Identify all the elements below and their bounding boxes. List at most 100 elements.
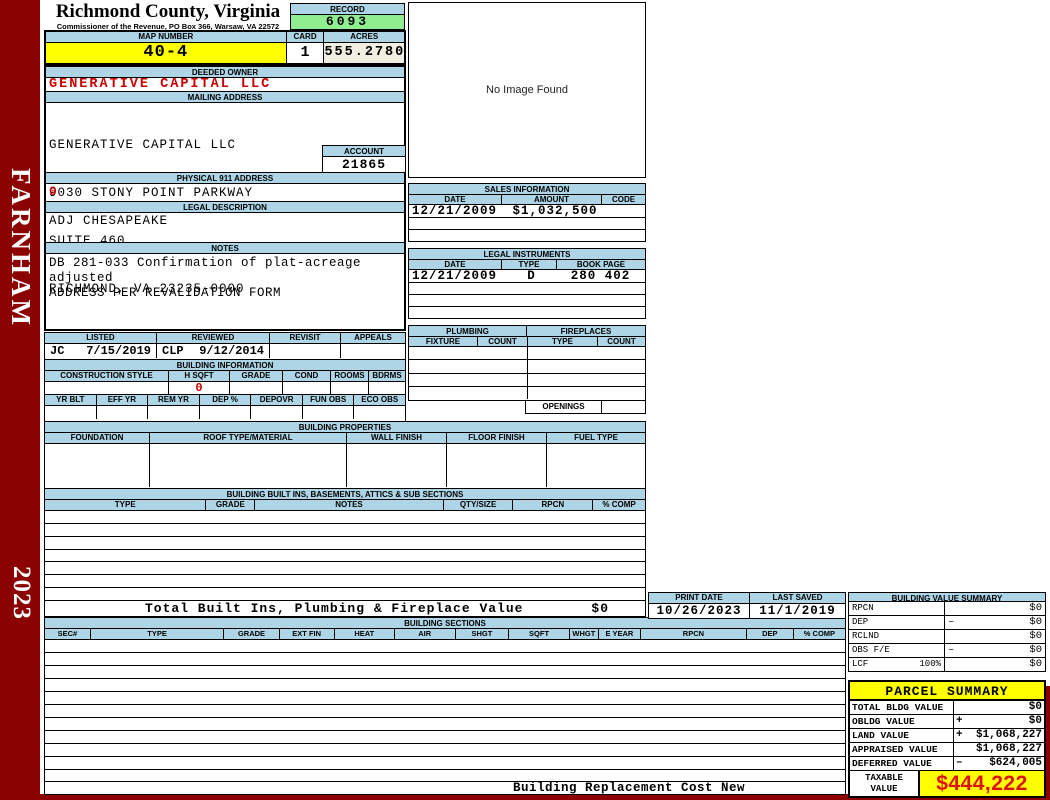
parcel-label: DEFERRED VALUE — [850, 757, 954, 770]
parcel-op: – — [956, 757, 963, 770]
bvs-row: DEP –$0 — [849, 616, 1045, 630]
acres-value: 555.2780 — [323, 43, 404, 63]
sale-code — [603, 205, 645, 217]
bvs-label: LCF — [852, 658, 868, 671]
notes-label: NOTES — [46, 243, 404, 254]
empty-row — [45, 562, 645, 575]
fuel-type-value — [546, 444, 645, 487]
parcel-photo-panel: No Image Found — [408, 2, 646, 178]
empty-row — [409, 347, 645, 360]
roof-label: ROOF TYPE/MATERIAL — [149, 433, 346, 444]
bvs-row: RCLND $0 — [849, 630, 1045, 644]
built-ins-empty-rows — [45, 511, 645, 600]
legal-description-label: LEGAL DESCRIPTION — [46, 202, 404, 213]
empty-row — [45, 537, 645, 550]
map-number-value: 40-4 — [46, 43, 286, 63]
legal-instruments-title: LEGAL INSTRUMENTS — [409, 249, 645, 260]
sec-rpcn-label: RPCN — [640, 629, 746, 640]
fixture-count-label: COUNT — [477, 337, 527, 347]
bdrms-label: BDRMS — [368, 371, 405, 382]
bi-type-label: TYPE — [45, 500, 205, 511]
bvs-lcf-pct: 100% — [919, 658, 941, 671]
bvs-value: $0 — [1029, 630, 1042, 643]
empty-row — [45, 679, 845, 692]
parcel-value: $1,068,227 — [976, 743, 1042, 756]
account-value: 21865 — [323, 157, 405, 172]
plumbing-fireplaces-table: PLUMBING FIREPLACES FIXTURE COUNT TYPE C… — [408, 325, 646, 401]
bvs-value: $0 — [1029, 602, 1042, 615]
empty-row — [409, 283, 645, 295]
fixture-label: FIXTURE — [409, 337, 477, 347]
built-ins-table: BUILDING BUILT INS, BASEMENTS, ATTICS & … — [44, 488, 646, 617]
grade-label: GRADE — [229, 371, 282, 382]
building-information: BUILDING INFORMATION CONSTRUCTION STYLE … — [44, 359, 406, 422]
openings-row: OPENINGS — [525, 400, 646, 414]
hsqft-label: H SQFT — [168, 371, 229, 382]
map-card-acres: MAP NUMBER CARD ACRES 40-4 1 555.2780 — [44, 30, 406, 65]
sec-shgt-label: SHGT — [455, 629, 509, 640]
openings-value — [602, 401, 645, 413]
bvs-label: RCLND — [852, 630, 879, 643]
built-ins-total-value: $0 — [591, 601, 609, 616]
plumbing-title: PLUMBING — [409, 326, 527, 337]
sale-row: 12/21/2009 $1,032,500 — [409, 205, 645, 218]
parcel-value: $1,068,227 — [976, 729, 1042, 742]
parcel-row: TOTAL BLDG VALUE $0 — [850, 701, 1044, 715]
empty-row — [45, 575, 645, 588]
fireplace-count-label: COUNT — [597, 337, 645, 347]
right-frame-strip — [1046, 686, 1050, 800]
construction-style-label: CONSTRUCTION STYLE — [45, 371, 168, 382]
notes-value: DB 281-033 Confirmation of plat-acreage … — [46, 254, 404, 329]
empty-row — [45, 511, 645, 524]
building-properties-title: BUILDING PROPERTIES — [45, 422, 645, 433]
remyr-label: REM YR — [147, 395, 199, 406]
taxable-value-label: TAXABLE VALUE — [850, 771, 920, 796]
sale-code-label: CODE — [601, 195, 645, 205]
fireplaces-title: FIREPLACES — [527, 326, 645, 337]
building-value-summary: BUILDING VALUE SUMMARY RPCN $0 DEP –$0 R… — [848, 592, 1046, 672]
acres-label: ACRES — [323, 32, 404, 43]
parcel-op: + — [956, 715, 963, 728]
sec-whgt-label: WHGT — [569, 629, 598, 640]
building-sections-table: BUILDING SECTIONS SEC# TYPE GRADE EXT FI… — [44, 617, 846, 770]
funobs-label: FUN OBS — [302, 395, 354, 406]
listed-label: LISTED — [45, 333, 156, 344]
footer-text: Building Replacement Cost New — [513, 782, 745, 794]
effyr-value — [96, 406, 148, 419]
district-sidebar: FARNHAM 2023 — [0, 0, 40, 800]
bvs-op: – — [948, 644, 954, 657]
empty-row — [45, 653, 845, 666]
bvs-value: $0 — [1029, 616, 1042, 629]
building-sections-title: BUILDING SECTIONS — [45, 618, 845, 629]
record-box: RECORD 6093 — [290, 3, 405, 30]
building-properties: BUILDING PROPERTIES FOUNDATION ROOF TYPE… — [44, 421, 646, 489]
parcel-label: TOTAL BLDG VALUE — [850, 701, 954, 714]
bi-rpcn-label: RPCN — [512, 500, 592, 511]
parcel-value: $0 — [1029, 715, 1042, 728]
instr-bookpage: 280 402 — [556, 270, 645, 282]
fuel-type-label: FUEL TYPE — [546, 433, 645, 444]
bvs-label: RPCN — [852, 602, 874, 615]
plumbing-empty-rows — [409, 347, 645, 399]
taxable-value-amount: $444,222 — [920, 771, 1044, 796]
effyr-label: EFF YR — [96, 395, 148, 406]
built-ins-title: BUILDING BUILT INS, BASEMENTS, ATTICS & … — [45, 489, 645, 500]
card-label: CARD — [286, 32, 324, 43]
account-label: ACCOUNT — [323, 146, 405, 157]
parcel-label: APPRAISED VALUE — [850, 743, 954, 756]
bvs-value: $0 — [1029, 658, 1042, 671]
review-table: LISTED REVIEWED REVISIT APPEALS JC 7/15/… — [44, 332, 406, 360]
notes-line: ADDRESS PER REVALIDATION FORM — [49, 286, 404, 301]
taxable-value-row: TAXABLE VALUE $444,222 — [850, 771, 1044, 796]
instruments-empty-rows — [409, 283, 645, 318]
ecoobs-label: ECO OBS — [353, 395, 405, 406]
instrument-row: 12/21/2009 D 280 402 — [409, 270, 645, 283]
building-information-title: BUILDING INFORMATION — [45, 360, 405, 371]
bi-notes-label: NOTES — [254, 500, 442, 511]
rooms-value — [330, 382, 368, 394]
sec-dep-label: DEP — [746, 629, 793, 640]
reviewed-by: CLP — [162, 344, 184, 358]
sec-sqft-label: SQFT — [508, 629, 569, 640]
wall-finish-value — [346, 444, 446, 487]
county-header: Richmond County, Virginia Commissioner o… — [46, 1, 290, 31]
